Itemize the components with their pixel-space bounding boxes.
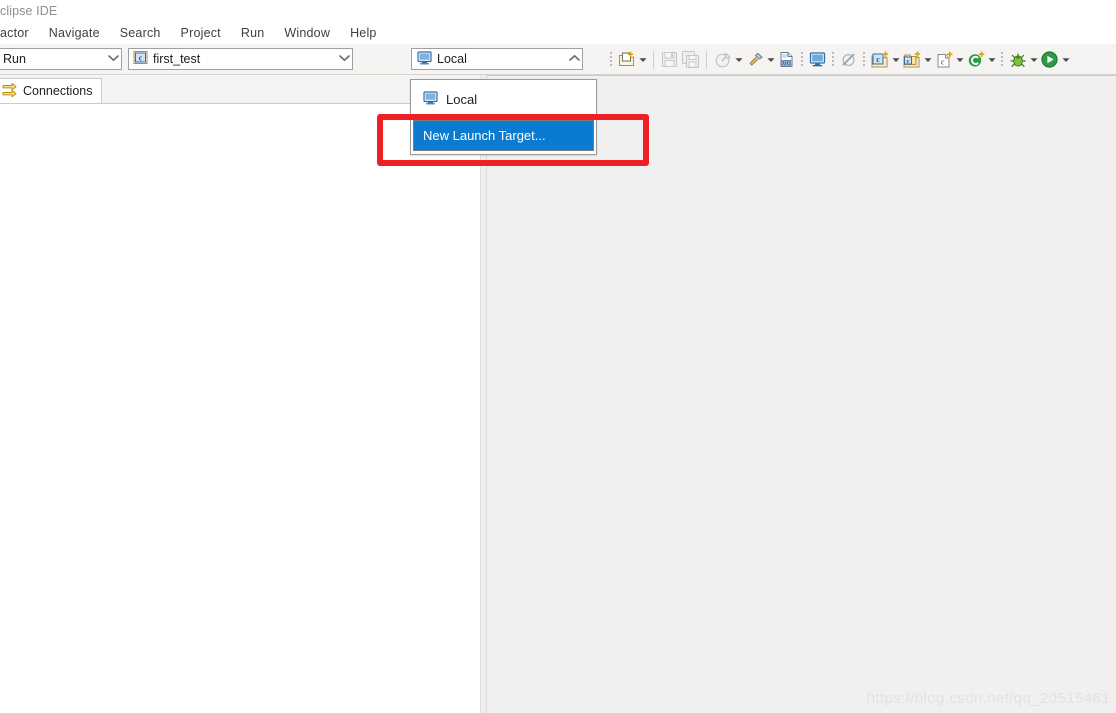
menu-item-refactor[interactable]: actor <box>0 24 39 43</box>
chevron-down-icon <box>336 54 352 64</box>
run-icon[interactable] <box>1039 49 1060 70</box>
new-wizard-icon[interactable] <box>616 49 637 70</box>
toolbar-separator <box>863 51 865 68</box>
launch-target-value: Local <box>437 52 467 66</box>
new-c-element-icon[interactable] <box>965 49 986 70</box>
save-all-icon <box>680 49 701 70</box>
menu-bar: actor Navigate Search Project Run Window… <box>0 22 1116 44</box>
dropdown-item-local-label: Local <box>446 92 478 107</box>
binary-file-icon[interactable]: 010 <box>776 49 797 70</box>
monitor-icon <box>417 50 432 68</box>
c-project-icon: c <box>133 50 148 68</box>
new-c-cpp-file-dropdown-arrow-icon[interactable] <box>954 49 965 70</box>
debug-dropdown-arrow-icon[interactable] <box>733 49 744 70</box>
launch-target-combo[interactable]: Local <box>411 48 583 70</box>
connections-icon <box>2 82 18 100</box>
toolbar-icon-group: 010 c c c <box>606 44 1071 75</box>
build-dropdown-arrow-icon[interactable] <box>765 49 776 70</box>
svg-text:c: c <box>139 53 143 62</box>
dropdown-item-new-launch-target-label: New Launch Target... <box>423 128 546 143</box>
launch-target-dropdown: Local New Launch Target... <box>410 79 597 155</box>
run-mode-value: Run <box>3 52 26 66</box>
toolbar-separator <box>653 50 654 69</box>
toolbar-separator <box>610 51 612 68</box>
menu-item-run[interactable]: Run <box>231 24 275 43</box>
new-c-cpp-file-icon[interactable]: c <box>933 49 954 70</box>
skip-breakpoints-icon <box>838 49 859 70</box>
tab-connections[interactable]: Connections <box>0 78 102 103</box>
chevron-up-icon[interactable] <box>566 54 582 64</box>
svg-text:c: c <box>906 58 909 65</box>
menu-item-project[interactable]: Project <box>171 24 231 43</box>
svg-text:c: c <box>876 55 880 64</box>
launch-configuration-value: first_test <box>153 52 201 66</box>
toolbar-separator <box>801 51 803 68</box>
console-icon[interactable] <box>807 49 828 70</box>
toolbar-separator <box>1001 51 1003 68</box>
editor-area <box>487 75 1116 713</box>
run-mode-combo[interactable]: Run <box>0 48 122 70</box>
toolbar-separator <box>832 51 834 68</box>
tab-connections-label: Connections <box>23 84 93 98</box>
menu-item-search[interactable]: Search <box>110 24 171 43</box>
svg-text:010: 010 <box>782 60 791 66</box>
new-c-cpp-source-folder-dropdown-arrow-icon[interactable] <box>922 49 933 70</box>
chevron-down-icon <box>105 54 121 64</box>
main-toolbar: Run c first_test on: <box>0 44 1116 109</box>
window-title: clipse IDE <box>0 4 58 18</box>
menu-item-navigate[interactable]: Navigate <box>39 24 110 43</box>
new-c-cpp-source-folder-icon[interactable]: c <box>901 49 922 70</box>
new-c-cpp-project-dropdown-arrow-icon[interactable] <box>890 49 901 70</box>
menu-item-help[interactable]: Help <box>340 24 387 43</box>
menu-item-window[interactable]: Window <box>274 24 340 43</box>
monitor-icon <box>423 91 438 108</box>
build-hammer-icon[interactable] <box>744 49 765 70</box>
debug-bug-dropdown-arrow-icon[interactable] <box>1028 49 1039 70</box>
debug-icon <box>712 49 733 70</box>
connections-view-content <box>0 104 480 713</box>
dropdown-item-local[interactable]: Local <box>411 80 596 119</box>
new-c-element-dropdown-arrow-icon[interactable] <box>986 49 997 70</box>
dropdown-item-new-launch-target[interactable]: New Launch Target... <box>413 120 594 151</box>
run-dropdown-arrow-icon[interactable] <box>1060 49 1071 70</box>
new-wizard-dropdown-arrow-icon[interactable] <box>637 49 648 70</box>
watermark: https://blog.csdn.net/qq_20515461 <box>866 690 1110 707</box>
save-icon <box>659 49 680 70</box>
vertical-sash[interactable] <box>480 75 487 713</box>
launch-configuration-combo[interactable]: c first_test <box>128 48 353 70</box>
title-bar: clipse IDE <box>0 0 1116 22</box>
debug-bug-icon[interactable] <box>1007 49 1028 70</box>
svg-text:c: c <box>940 57 944 66</box>
new-c-cpp-project-icon[interactable]: c <box>869 49 890 70</box>
toolbar-separator <box>706 50 707 69</box>
